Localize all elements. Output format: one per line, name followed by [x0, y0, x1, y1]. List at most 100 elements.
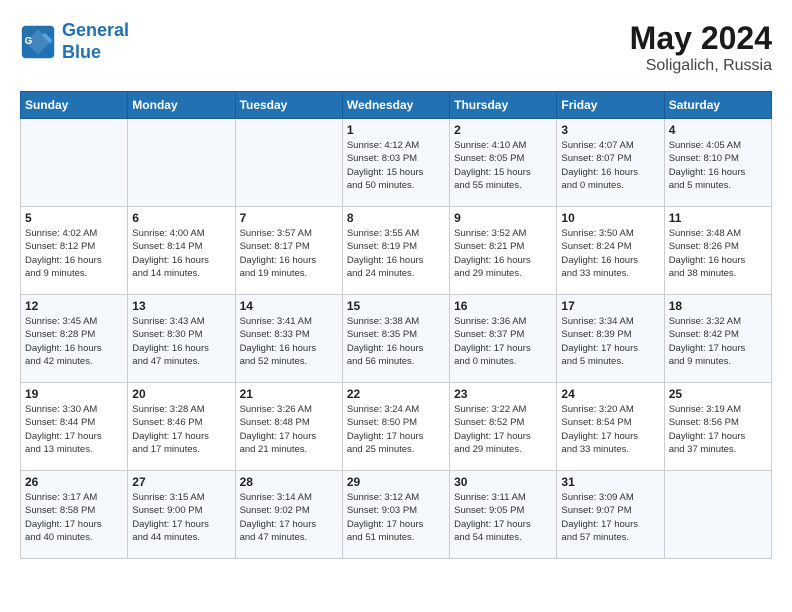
header-cell-wednesday: Wednesday	[342, 92, 449, 119]
calendar-cell: 15 Sunrise: 3:38 AM Sunset: 8:35 PM Dayli…	[342, 295, 449, 383]
day-number: 26	[25, 475, 123, 489]
day-info: Sunrise: 3:22 AM Sunset: 8:52 PM Dayligh…	[454, 403, 552, 456]
title-block: May 2024 Soligalich, Russia	[630, 20, 772, 75]
calendar-cell: 2 Sunrise: 4:10 AM Sunset: 8:05 PM Daylig…	[450, 119, 557, 207]
day-number: 4	[669, 123, 767, 137]
day-info: Sunrise: 3:34 AM Sunset: 8:39 PM Dayligh…	[561, 315, 659, 368]
calendar-week-3: 12 Sunrise: 3:45 AM Sunset: 8:28 PM Dayli…	[21, 295, 772, 383]
day-number: 7	[240, 211, 338, 225]
day-info: Sunrise: 3:52 AM Sunset: 8:21 PM Dayligh…	[454, 227, 552, 280]
day-info: Sunrise: 3:11 AM Sunset: 9:05 PM Dayligh…	[454, 491, 552, 544]
calendar-cell	[128, 119, 235, 207]
day-number: 6	[132, 211, 230, 225]
day-number: 20	[132, 387, 230, 401]
header-cell-friday: Friday	[557, 92, 664, 119]
day-info: Sunrise: 3:12 AM Sunset: 9:03 PM Dayligh…	[347, 491, 445, 544]
calendar-cell: 12 Sunrise: 3:45 AM Sunset: 8:28 PM Dayli…	[21, 295, 128, 383]
calendar-cell: 5 Sunrise: 4:02 AM Sunset: 8:12 PM Daylig…	[21, 207, 128, 295]
day-number: 1	[347, 123, 445, 137]
day-info: Sunrise: 3:26 AM Sunset: 8:48 PM Dayligh…	[240, 403, 338, 456]
day-number: 27	[132, 475, 230, 489]
calendar-cell: 23 Sunrise: 3:22 AM Sunset: 8:52 PM Dayli…	[450, 383, 557, 471]
svg-text:G: G	[25, 35, 33, 46]
calendar-cell: 22 Sunrise: 3:24 AM Sunset: 8:50 PM Dayli…	[342, 383, 449, 471]
day-info: Sunrise: 3:17 AM Sunset: 8:58 PM Dayligh…	[25, 491, 123, 544]
page-header: G General Blue May 2024 Soligalich, Russ…	[20, 20, 772, 75]
day-number: 28	[240, 475, 338, 489]
calendar-week-5: 26 Sunrise: 3:17 AM Sunset: 8:58 PM Dayli…	[21, 471, 772, 559]
day-number: 11	[669, 211, 767, 225]
header-cell-saturday: Saturday	[664, 92, 771, 119]
calendar-cell: 18Sunrise: 3:32 AM Sunset: 8:42 PM Dayli…	[664, 295, 771, 383]
calendar-cell: 17Sunrise: 3:34 AM Sunset: 8:39 PM Dayli…	[557, 295, 664, 383]
location-subtitle: Soligalich, Russia	[630, 57, 772, 75]
day-info: Sunrise: 3:55 AM Sunset: 8:19 PM Dayligh…	[347, 227, 445, 280]
calendar-cell: 19 Sunrise: 3:30 AM Sunset: 8:44 PM Dayli…	[21, 383, 128, 471]
calendar-cell: 7 Sunrise: 3:57 AM Sunset: 8:17 PM Daylig…	[235, 207, 342, 295]
day-number: 23	[454, 387, 552, 401]
day-info: Sunrise: 3:41 AM Sunset: 8:33 PM Dayligh…	[240, 315, 338, 368]
calendar-cell: 1 Sunrise: 4:12 AM Sunset: 8:03 PM Daylig…	[342, 119, 449, 207]
day-number: 24	[561, 387, 659, 401]
logo-line2: Blue	[62, 42, 101, 62]
day-info: Sunrise: 3:48 AM Sunset: 8:26 PM Dayligh…	[669, 227, 767, 280]
day-number: 29	[347, 475, 445, 489]
day-number: 31	[561, 475, 659, 489]
day-number: 19	[25, 387, 123, 401]
day-number: 16	[454, 299, 552, 313]
calendar-cell: 10Sunrise: 3:50 AM Sunset: 8:24 PM Dayli…	[557, 207, 664, 295]
calendar-cell: 26 Sunrise: 3:17 AM Sunset: 8:58 PM Dayli…	[21, 471, 128, 559]
day-info: Sunrise: 3:14 AM Sunset: 9:02 PM Dayligh…	[240, 491, 338, 544]
day-number: 8	[347, 211, 445, 225]
header-cell-sunday: Sunday	[21, 92, 128, 119]
day-number: 9	[454, 211, 552, 225]
day-info: Sunrise: 3:19 AM Sunset: 8:56 PM Dayligh…	[669, 403, 767, 456]
calendar-week-1: 1 Sunrise: 4:12 AM Sunset: 8:03 PM Daylig…	[21, 119, 772, 207]
day-info: Sunrise: 3:09 AM Sunset: 9:07 PM Dayligh…	[561, 491, 659, 544]
calendar-week-4: 19 Sunrise: 3:30 AM Sunset: 8:44 PM Dayli…	[21, 383, 772, 471]
day-info: Sunrise: 4:10 AM Sunset: 8:05 PM Dayligh…	[454, 139, 552, 192]
calendar-cell	[21, 119, 128, 207]
day-number: 15	[347, 299, 445, 313]
day-info: Sunrise: 4:05 AM Sunset: 8:10 PM Dayligh…	[669, 139, 767, 192]
day-number: 22	[347, 387, 445, 401]
day-info: Sunrise: 3:57 AM Sunset: 8:17 PM Dayligh…	[240, 227, 338, 280]
calendar-cell: 24 Sunrise: 3:20 AM Sunset: 8:54 PM Dayli…	[557, 383, 664, 471]
day-info: Sunrise: 3:32 AM Sunset: 8:42 PM Dayligh…	[669, 315, 767, 368]
day-info: Sunrise: 3:36 AM Sunset: 8:37 PM Dayligh…	[454, 315, 552, 368]
day-number: 2	[454, 123, 552, 137]
day-info: Sunrise: 4:12 AM Sunset: 8:03 PM Dayligh…	[347, 139, 445, 192]
calendar-cell	[664, 471, 771, 559]
calendar-cell: 29 Sunrise: 3:12 AM Sunset: 9:03 PM Dayli…	[342, 471, 449, 559]
calendar-cell: 4 Sunrise: 4:05 AM Sunset: 8:10 PM Daylig…	[664, 119, 771, 207]
calendar-cell: 21 Sunrise: 3:26 AM Sunset: 8:48 PM Dayli…	[235, 383, 342, 471]
calendar-cell: 6Sunrise: 4:00 AM Sunset: 8:14 PM Daylig…	[128, 207, 235, 295]
day-number: 5	[25, 211, 123, 225]
day-info: Sunrise: 3:43 AM Sunset: 8:30 PM Dayligh…	[132, 315, 230, 368]
day-info: Sunrise: 3:30 AM Sunset: 8:44 PM Dayligh…	[25, 403, 123, 456]
logo-text: General Blue	[62, 20, 129, 63]
day-info: Sunrise: 3:20 AM Sunset: 8:54 PM Dayligh…	[561, 403, 659, 456]
calendar-cell	[235, 119, 342, 207]
day-number: 14	[240, 299, 338, 313]
day-info: Sunrise: 3:38 AM Sunset: 8:35 PM Dayligh…	[347, 315, 445, 368]
day-info: Sunrise: 4:02 AM Sunset: 8:12 PM Dayligh…	[25, 227, 123, 280]
day-info: Sunrise: 3:45 AM Sunset: 8:28 PM Dayligh…	[25, 315, 123, 368]
logo-icon: G	[20, 24, 56, 60]
calendar-cell: 28 Sunrise: 3:14 AM Sunset: 9:02 PM Dayli…	[235, 471, 342, 559]
day-info: Sunrise: 3:50 AM Sunset: 8:24 PM Dayligh…	[561, 227, 659, 280]
header-cell-thursday: Thursday	[450, 92, 557, 119]
calendar-cell: 20Sunrise: 3:28 AM Sunset: 8:46 PM Dayli…	[128, 383, 235, 471]
calendar-cell: 30Sunrise: 3:11 AM Sunset: 9:05 PM Dayli…	[450, 471, 557, 559]
day-info: Sunrise: 3:15 AM Sunset: 9:00 PM Dayligh…	[132, 491, 230, 544]
day-info: Sunrise: 3:24 AM Sunset: 8:50 PM Dayligh…	[347, 403, 445, 456]
day-number: 21	[240, 387, 338, 401]
calendar-header-row: SundayMondayTuesdayWednesdayThursdayFrid…	[21, 92, 772, 119]
calendar-table: SundayMondayTuesdayWednesdayThursdayFrid…	[20, 91, 772, 559]
day-number: 12	[25, 299, 123, 313]
calendar-week-2: 5 Sunrise: 4:02 AM Sunset: 8:12 PM Daylig…	[21, 207, 772, 295]
logo-line1: General	[62, 20, 129, 40]
calendar-cell: 14 Sunrise: 3:41 AM Sunset: 8:33 PM Dayli…	[235, 295, 342, 383]
day-number: 3	[561, 123, 659, 137]
calendar-cell: 27 Sunrise: 3:15 AM Sunset: 9:00 PM Dayli…	[128, 471, 235, 559]
